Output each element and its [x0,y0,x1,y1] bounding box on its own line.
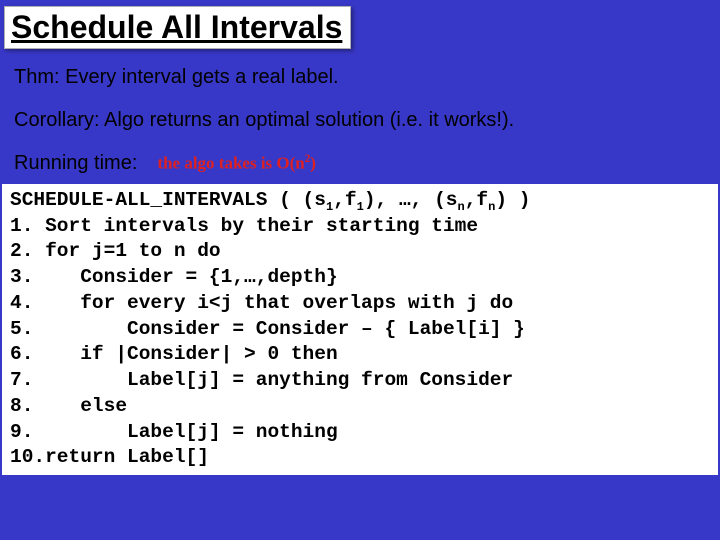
code-line: 4. for every i<j that overlaps with j do [10,292,513,314]
slide-body: Thm: Every interval gets a real label. C… [0,49,720,184]
corollary-text: Corollary: Algo returns an optimal solut… [14,106,702,135]
slide-title: Schedule All Intervals [4,6,351,49]
running-time-label: Running time: [14,149,137,178]
code-line: 10.return Label[] [10,446,209,468]
code-line: 6. if |Consider| > 0 then [10,343,338,365]
code-line: 7. Label[j] = anything from Consider [10,369,513,391]
slide: Schedule All Intervals Thm: Every interv… [0,0,720,540]
code-line: 9. Label[j] = nothing [10,421,338,443]
code-line: 5. Consider = Consider – { Label[i] } [10,318,525,340]
code-line: 8. else [10,395,127,417]
code-line: 1. Sort intervals by their starting time [10,215,478,237]
handwritten-annotation: the algo takes is O(n2) [157,151,316,176]
pseudocode-box: SCHEDULE-ALL_INTERVALS ( (s1,f1), …, (sn… [2,184,718,475]
code-line: 2. for j=1 to n do [10,240,221,262]
code-line: 3. Consider = {1,…,depth} [10,266,338,288]
code-signature: SCHEDULE-ALL_INTERVALS ( (s1,f1), …, (sn… [10,189,531,211]
theorem-text: Thm: Every interval gets a real label. [14,63,702,92]
running-time-row: Running time: the algo takes is O(n2) [14,149,702,178]
